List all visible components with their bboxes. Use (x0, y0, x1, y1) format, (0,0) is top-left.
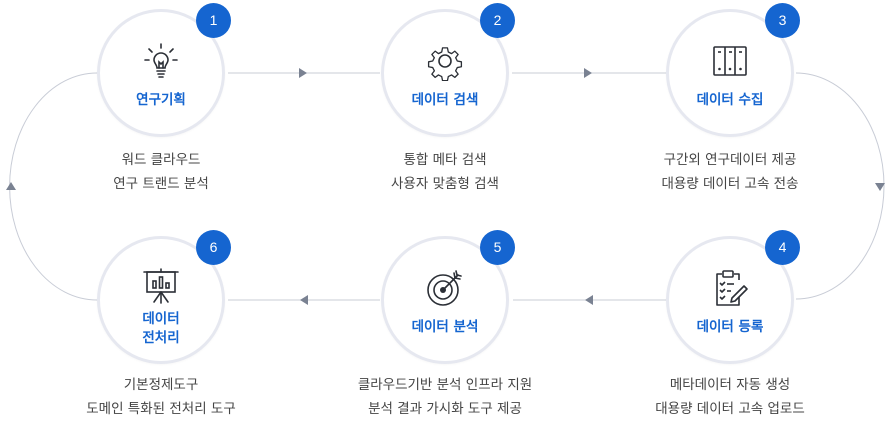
desc-line: 연구 트랜드 분석 (113, 176, 209, 192)
step-number-badge: 1 (196, 3, 231, 38)
step-5-description: 클라우드기반 분석 인프라 지원 분석 결과 가시화 도구 제공 (330, 373, 560, 421)
desc-line: 클라우드기반 분석 인프라 지원 (357, 377, 533, 393)
arrow-4-5-icon (585, 295, 593, 305)
step-4-description: 메타데이터 자동 생성 대용량 데이터 고속 업로드 (615, 373, 845, 421)
step-number-badge: 2 (480, 3, 515, 38)
desc-line: 분석 결과 가시화 도구 제공 (368, 401, 522, 417)
desc-line: 대용량 데이터 고속 업로드 (655, 401, 805, 417)
arrow-6-1-icon (6, 182, 16, 190)
step-title-line: 전처리 (142, 330, 180, 346)
desc-line: 통합 메타 검색 (403, 152, 487, 168)
desc-line: 대용량 데이터 고속 전송 (661, 176, 799, 192)
arrow-2-3-icon (584, 68, 592, 78)
step-4: 4 데이터 등록 (666, 230, 800, 364)
step-title: 데이터 검색 (411, 92, 479, 108)
desc-line: 도메인 특화된 전처리 도구 (86, 401, 236, 417)
step-3-description: 구간외 연구데이터 제공 대용량 데이터 고속 전송 (615, 148, 845, 196)
step-6-description: 기본정제도구 도메인 특화된 전처리 도구 (46, 373, 276, 421)
lightbulb-icon (144, 43, 178, 78)
step-number-badge: 3 (765, 3, 800, 38)
step-title: 데이터 분석 (411, 319, 479, 335)
step-title: 연구기획 (136, 92, 186, 108)
server-rack-icon (713, 46, 747, 76)
desc-line: 구간외 연구데이터 제공 (663, 152, 797, 168)
step-number-badge: 6 (196, 230, 231, 265)
arrow-5-6-icon (300, 295, 308, 305)
process-diagram: 1 연구기획 워드 클라우드 연구 트랜드 분석 2 데이터 검색 통합 메타 … (0, 0, 891, 424)
arrow-1-2-icon (299, 68, 307, 78)
gear-icon (427, 47, 463, 81)
step-title: 데이터 수집 (696, 92, 764, 108)
step-2-description: 통합 메타 검색 사용자 맞춤형 검색 (330, 148, 560, 196)
desc-line: 기본정제도구 (123, 377, 199, 393)
step-2: 2 데이터 검색 (381, 3, 515, 137)
desc-line: 워드 클라우드 (121, 152, 201, 168)
step-3: 3 데이터 수집 (666, 3, 800, 137)
target-icon (427, 270, 462, 306)
step-title-line: 데이터 (142, 311, 180, 327)
step-1: 1 연구기획 (97, 3, 231, 137)
step-number-badge: 5 (480, 230, 515, 265)
step-1-description: 워드 클라우드 연구 트랜드 분석 (46, 148, 276, 196)
clipboard-edit-icon (716, 270, 748, 306)
step-6: 6 데이터 전처리 (97, 230, 231, 364)
step-title: 데이터 전처리 (97, 310, 225, 348)
presentation-chart-icon (143, 268, 179, 304)
step-number-badge: 4 (765, 230, 800, 265)
step-5: 5 데이터 분석 (381, 230, 515, 364)
step-title: 데이터 등록 (696, 319, 764, 335)
desc-line: 사용자 맞춤형 검색 (391, 176, 499, 192)
desc-line: 메타데이터 자동 생성 (669, 377, 791, 393)
